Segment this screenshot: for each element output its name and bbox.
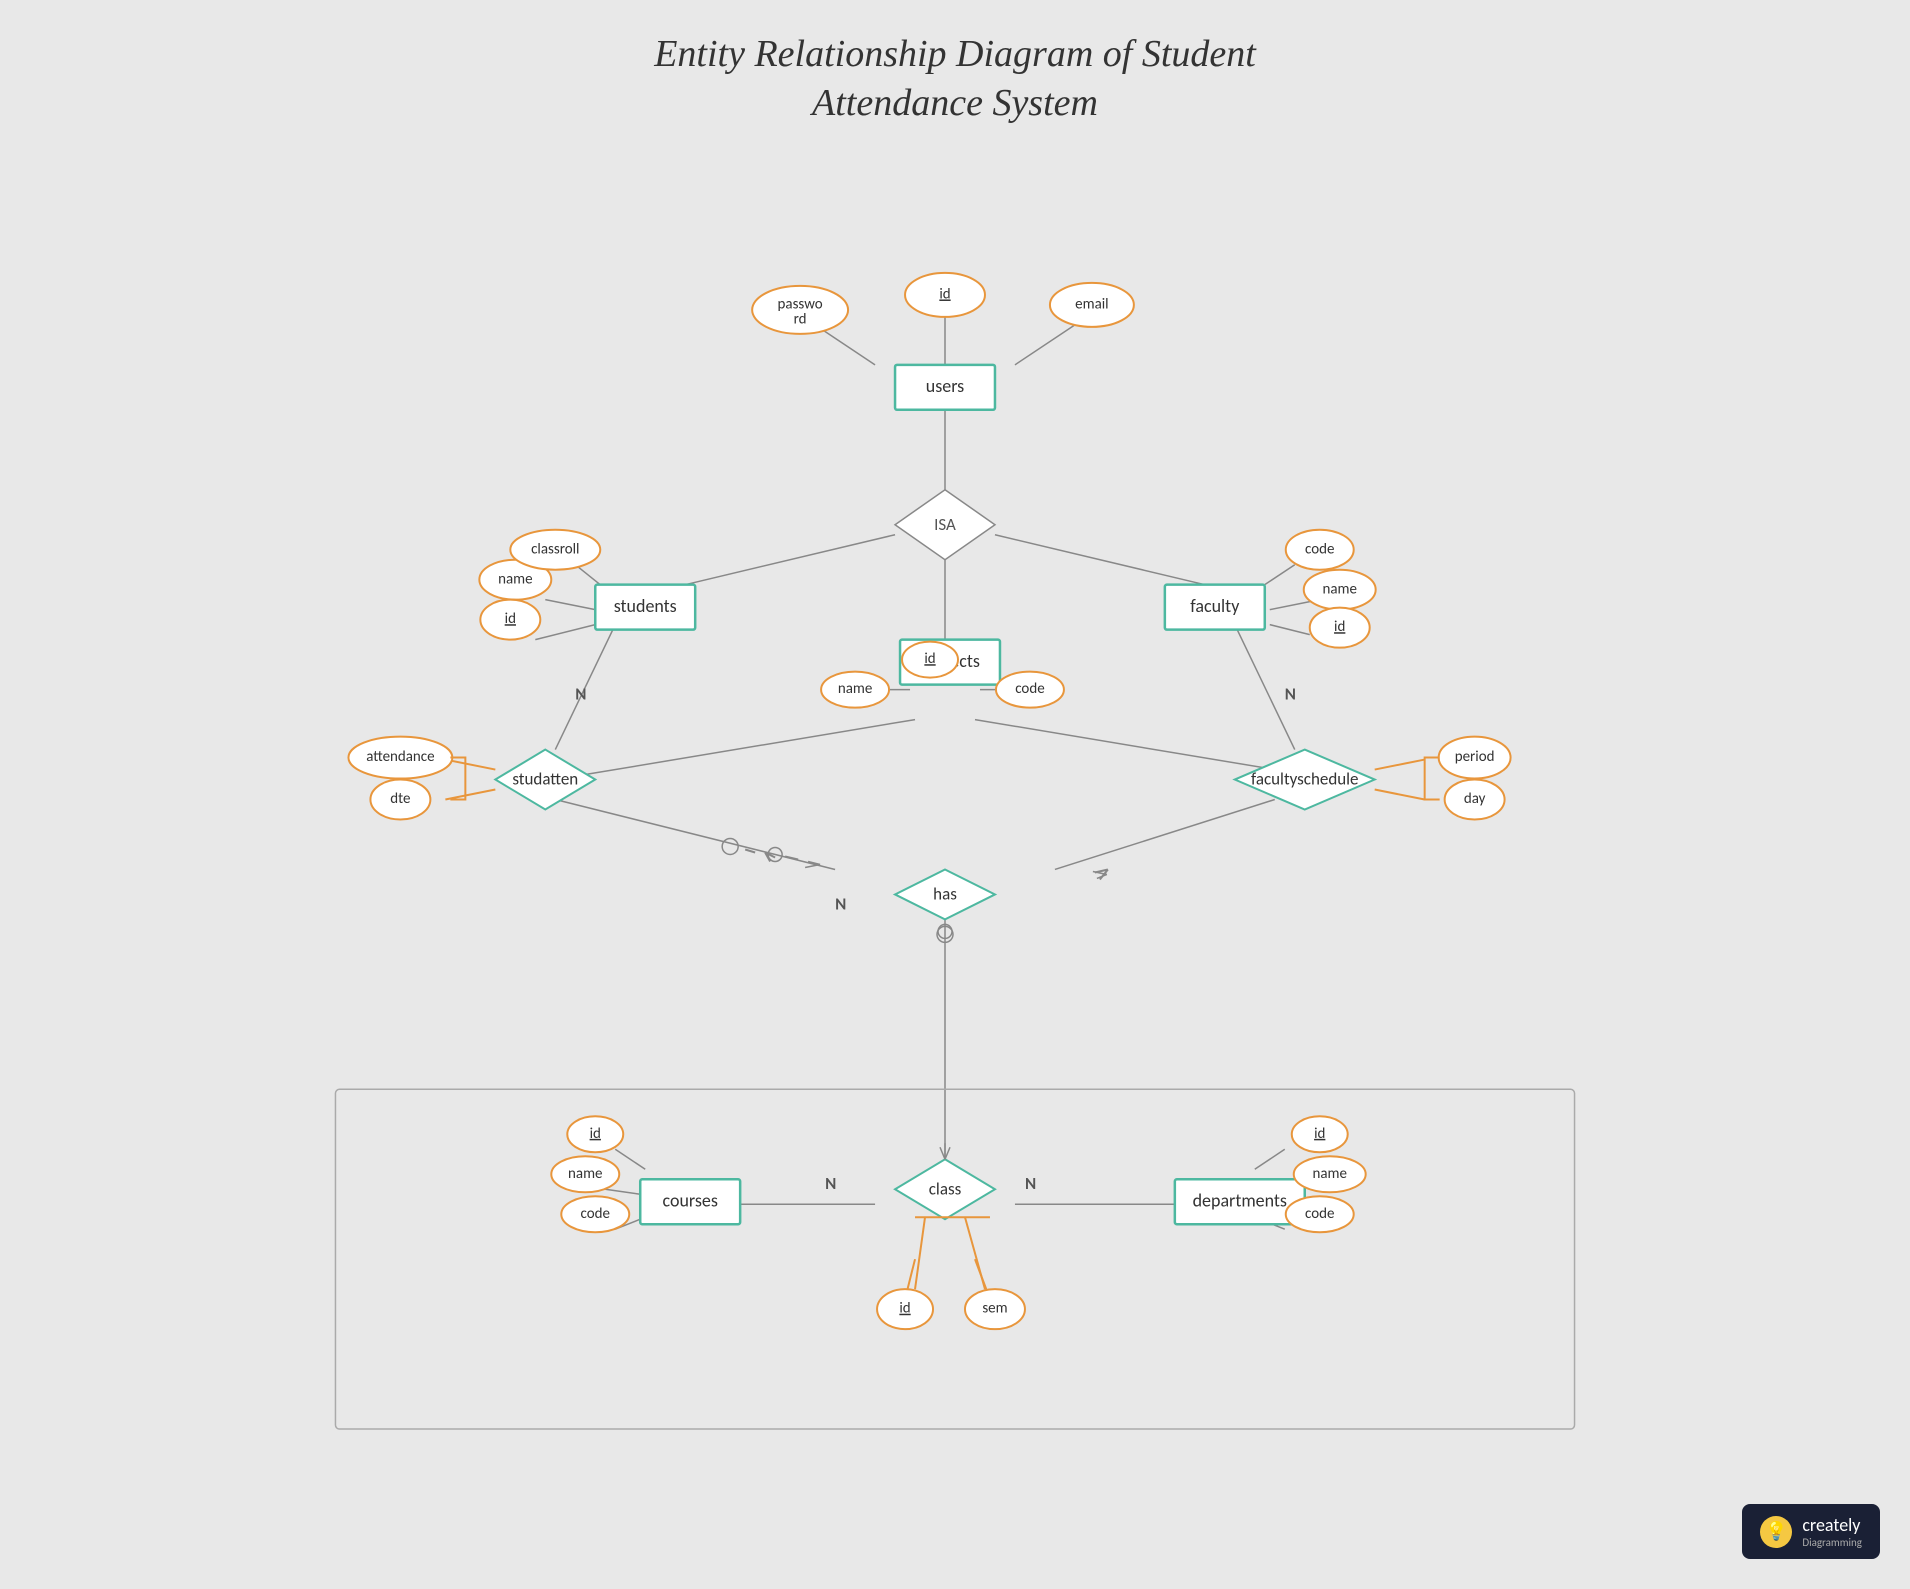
diagram-area: N N N N N users students faculty subject… <box>150 150 1760 1509</box>
title-line2: Attendance System <box>812 82 1098 124</box>
attr-studatten-attendance: attendance <box>366 748 434 766</box>
svg-text:N: N <box>835 893 846 914</box>
attr-faculty-name: name <box>1322 580 1356 598</box>
attr-courses-code: code <box>581 1205 610 1223</box>
attr-class-sem: sem <box>982 1300 1007 1318</box>
attr-departments-code: code <box>1305 1205 1334 1223</box>
attr-students-classroll: classroll <box>531 540 579 558</box>
attr-departments-id: id <box>1314 1125 1325 1143</box>
attr-students-name: name <box>498 570 532 588</box>
attr-subjects-id: id <box>924 650 935 668</box>
creately-brand: creately Diagramming <box>1802 1514 1862 1549</box>
svg-text:N: N <box>1285 684 1296 705</box>
attr-class-id: id <box>899 1300 910 1318</box>
entity-faculty: faculty <box>1190 595 1240 617</box>
rel-class: class <box>929 1178 962 1199</box>
attr-users-password2: rd <box>794 310 807 328</box>
attr-studatten-dte: dte <box>390 790 410 808</box>
title-line1: Entity Relationship Diagram of Student <box>654 33 1256 75</box>
attr-courses-id: id <box>590 1125 601 1143</box>
rel-has: has <box>933 883 957 904</box>
rel-isa: ISA <box>934 514 956 535</box>
rel-facultyschedule: facultyschedule <box>1251 769 1359 790</box>
svg-text:N: N <box>575 684 586 705</box>
attr-subjects-code: code <box>1015 680 1044 698</box>
attr-faculty-id: id <box>1334 618 1345 636</box>
attr-departments-name: name <box>1312 1165 1346 1183</box>
main-container: Entity Relationship Diagram of Student A… <box>0 0 1910 1589</box>
rel-studatten: studatten <box>512 769 578 790</box>
creately-bulb-icon: 💡 <box>1760 1516 1792 1548</box>
entity-users: users <box>926 375 964 397</box>
attr-facultyschedule-period: period <box>1455 748 1495 766</box>
attr-faculty-code: code <box>1305 540 1334 558</box>
attr-facultyschedule-day: day <box>1464 790 1486 808</box>
entity-students: students <box>614 595 677 617</box>
svg-text:N: N <box>1025 1173 1036 1194</box>
entity-courses: courses <box>663 1190 718 1212</box>
entity-departments: departments <box>1193 1190 1287 1212</box>
attr-subjects-name: name <box>838 680 872 698</box>
attr-users-id: id <box>939 285 950 303</box>
attr-users-email: email <box>1075 295 1108 313</box>
creately-badge: 💡 creately Diagramming <box>1742 1504 1880 1559</box>
attr-students-id: id <box>505 610 516 628</box>
svg-text:N: N <box>825 1173 836 1194</box>
diagram-title: Entity Relationship Diagram of Student A… <box>0 0 1910 129</box>
attr-courses-name: name <box>568 1165 602 1183</box>
